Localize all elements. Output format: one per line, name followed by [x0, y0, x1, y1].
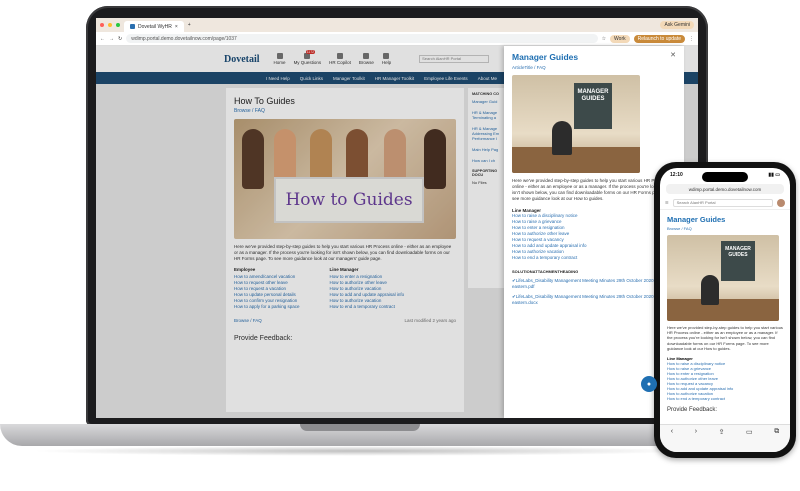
- attachments-heading: SOLUTIONATTACHMENTHEADING: [512, 269, 579, 274]
- address-bar[interactable]: wdimp.portal.demo.dovetailnow.com/page/1…: [126, 34, 598, 43]
- phone-dynamic-island: [702, 172, 748, 182]
- phone-screen: 12:10 ▮▮ ▭ wdimp.portal.demo.dovetailnow…: [660, 168, 790, 452]
- attachment-link[interactable]: ✔LifeLabs_Disability Management Meeting …: [512, 278, 676, 290]
- laptop-screen: Dovetail WyHR × + Ask Gemini ← → ↻ wdimp…: [96, 18, 698, 418]
- panel-breadcrumb[interactable]: ArticleTitle / FAQ: [512, 65, 676, 70]
- phone-link[interactable]: How to end a temporary contract: [667, 396, 783, 401]
- address-text: wdimp.portal.demo.dovetailnow.com/page/1…: [131, 35, 237, 42]
- back-icon[interactable]: ‹: [671, 428, 673, 435]
- attachment-name: LifeLabs_Disability Management Meeting M…: [512, 294, 654, 305]
- battery-icon: ▮▮ ▭: [768, 172, 780, 178]
- share-icon[interactable]: ⇪: [719, 428, 725, 436]
- manager-guides-image: MANAGER GUIDES: [512, 75, 640, 173]
- relaunch-button[interactable]: Relaunch to update: [633, 34, 685, 43]
- chat-assistant-icon[interactable]: ●: [641, 376, 657, 392]
- phone-breadcrumb[interactable]: Browse / FAQ: [667, 226, 783, 231]
- close-tab-icon[interactable]: ×: [175, 24, 178, 30]
- phone-address-bar[interactable]: wdimp.portal.demo.dovetailnow.com: [666, 184, 784, 194]
- phone-feedback: Provide Feedback:: [667, 407, 718, 414]
- close-panel-icon[interactable]: ✕: [670, 51, 676, 59]
- attachment-link[interactable]: ✔LifeLabs_Disability Management Meeting …: [512, 294, 676, 306]
- browser-tab[interactable]: Dovetail WyHR ×: [124, 21, 184, 32]
- minimize-window-dot[interactable]: [108, 23, 112, 27]
- hamburger-icon[interactable]: ☰: [665, 200, 669, 205]
- close-window-dot[interactable]: [100, 23, 104, 27]
- ask-gemini-button[interactable]: Ask Gemini: [660, 21, 694, 29]
- new-tab-icon[interactable]: +: [188, 22, 191, 28]
- phone-title: Manager Guides: [667, 215, 726, 224]
- back-icon[interactable]: ←: [100, 36, 105, 42]
- panel-link-list: How to raise a disciplinary notice How t…: [512, 213, 676, 261]
- portal-page: Dovetail Home My Questions 1172 HR Copil…: [96, 46, 698, 418]
- image-caption: MANAGER GUIDES: [574, 83, 612, 129]
- panel-title: Manager Guides: [512, 52, 579, 62]
- bookmark-star-icon[interactable]: ☆: [602, 36, 606, 42]
- panel-intro: Here we've provided step-by-step guides …: [512, 178, 671, 201]
- forward-icon[interactable]: →: [109, 36, 114, 42]
- avatar[interactable]: [777, 198, 785, 207]
- laptop-notch: [300, 424, 420, 431]
- tab-title: Dovetail WyHR: [138, 23, 172, 30]
- profile-chip[interactable]: Work: [610, 34, 630, 43]
- phone-search-input[interactable]: Search AlanHR Portal: [672, 198, 773, 207]
- phone-header: ☰ Search AlanHR Portal: [660, 196, 790, 210]
- bookmarks-icon[interactable]: ▭: [746, 428, 753, 436]
- tab-favicon-icon: [130, 24, 135, 29]
- phone-browser-toolbar: ‹ › ⇪ ▭ ⧉: [660, 424, 790, 452]
- menu-kebab-icon[interactable]: ⋮: [689, 36, 694, 42]
- laptop-shadow: [30, 446, 690, 456]
- marketing-composite: Dovetail WyHR × + Ask Gemini ← → ↻ wdimp…: [0, 0, 800, 491]
- phone-intro: Here we've provided step-by-step guides …: [667, 325, 783, 351]
- phone-manager-image: MANAGER GUIDES: [667, 235, 779, 321]
- forward-icon[interactable]: ›: [695, 428, 697, 435]
- phone-article: Manager Guides Browse / FAQ MANAGER GUID…: [660, 210, 790, 418]
- maximize-window-dot[interactable]: [116, 23, 120, 27]
- reload-icon[interactable]: ↻: [118, 36, 122, 42]
- browser-toolbar: ← → ↻ wdimp.portal.demo.dovetailnow.com/…: [96, 32, 698, 46]
- browser-tabstrip: Dovetail WyHR × + Ask Gemini: [96, 18, 698, 32]
- phone-time: 12:10: [670, 172, 683, 178]
- image-caption: MANAGER GUIDES: [721, 241, 755, 281]
- attachment-name: LifeLabs_Disability Management Meeting M…: [512, 278, 654, 289]
- panel-link[interactable]: How to end a temporary contract: [512, 255, 676, 261]
- tabs-icon[interactable]: ⧉: [774, 428, 779, 436]
- phone-link-list: How to raise a disciplinary notice How t…: [667, 361, 783, 401]
